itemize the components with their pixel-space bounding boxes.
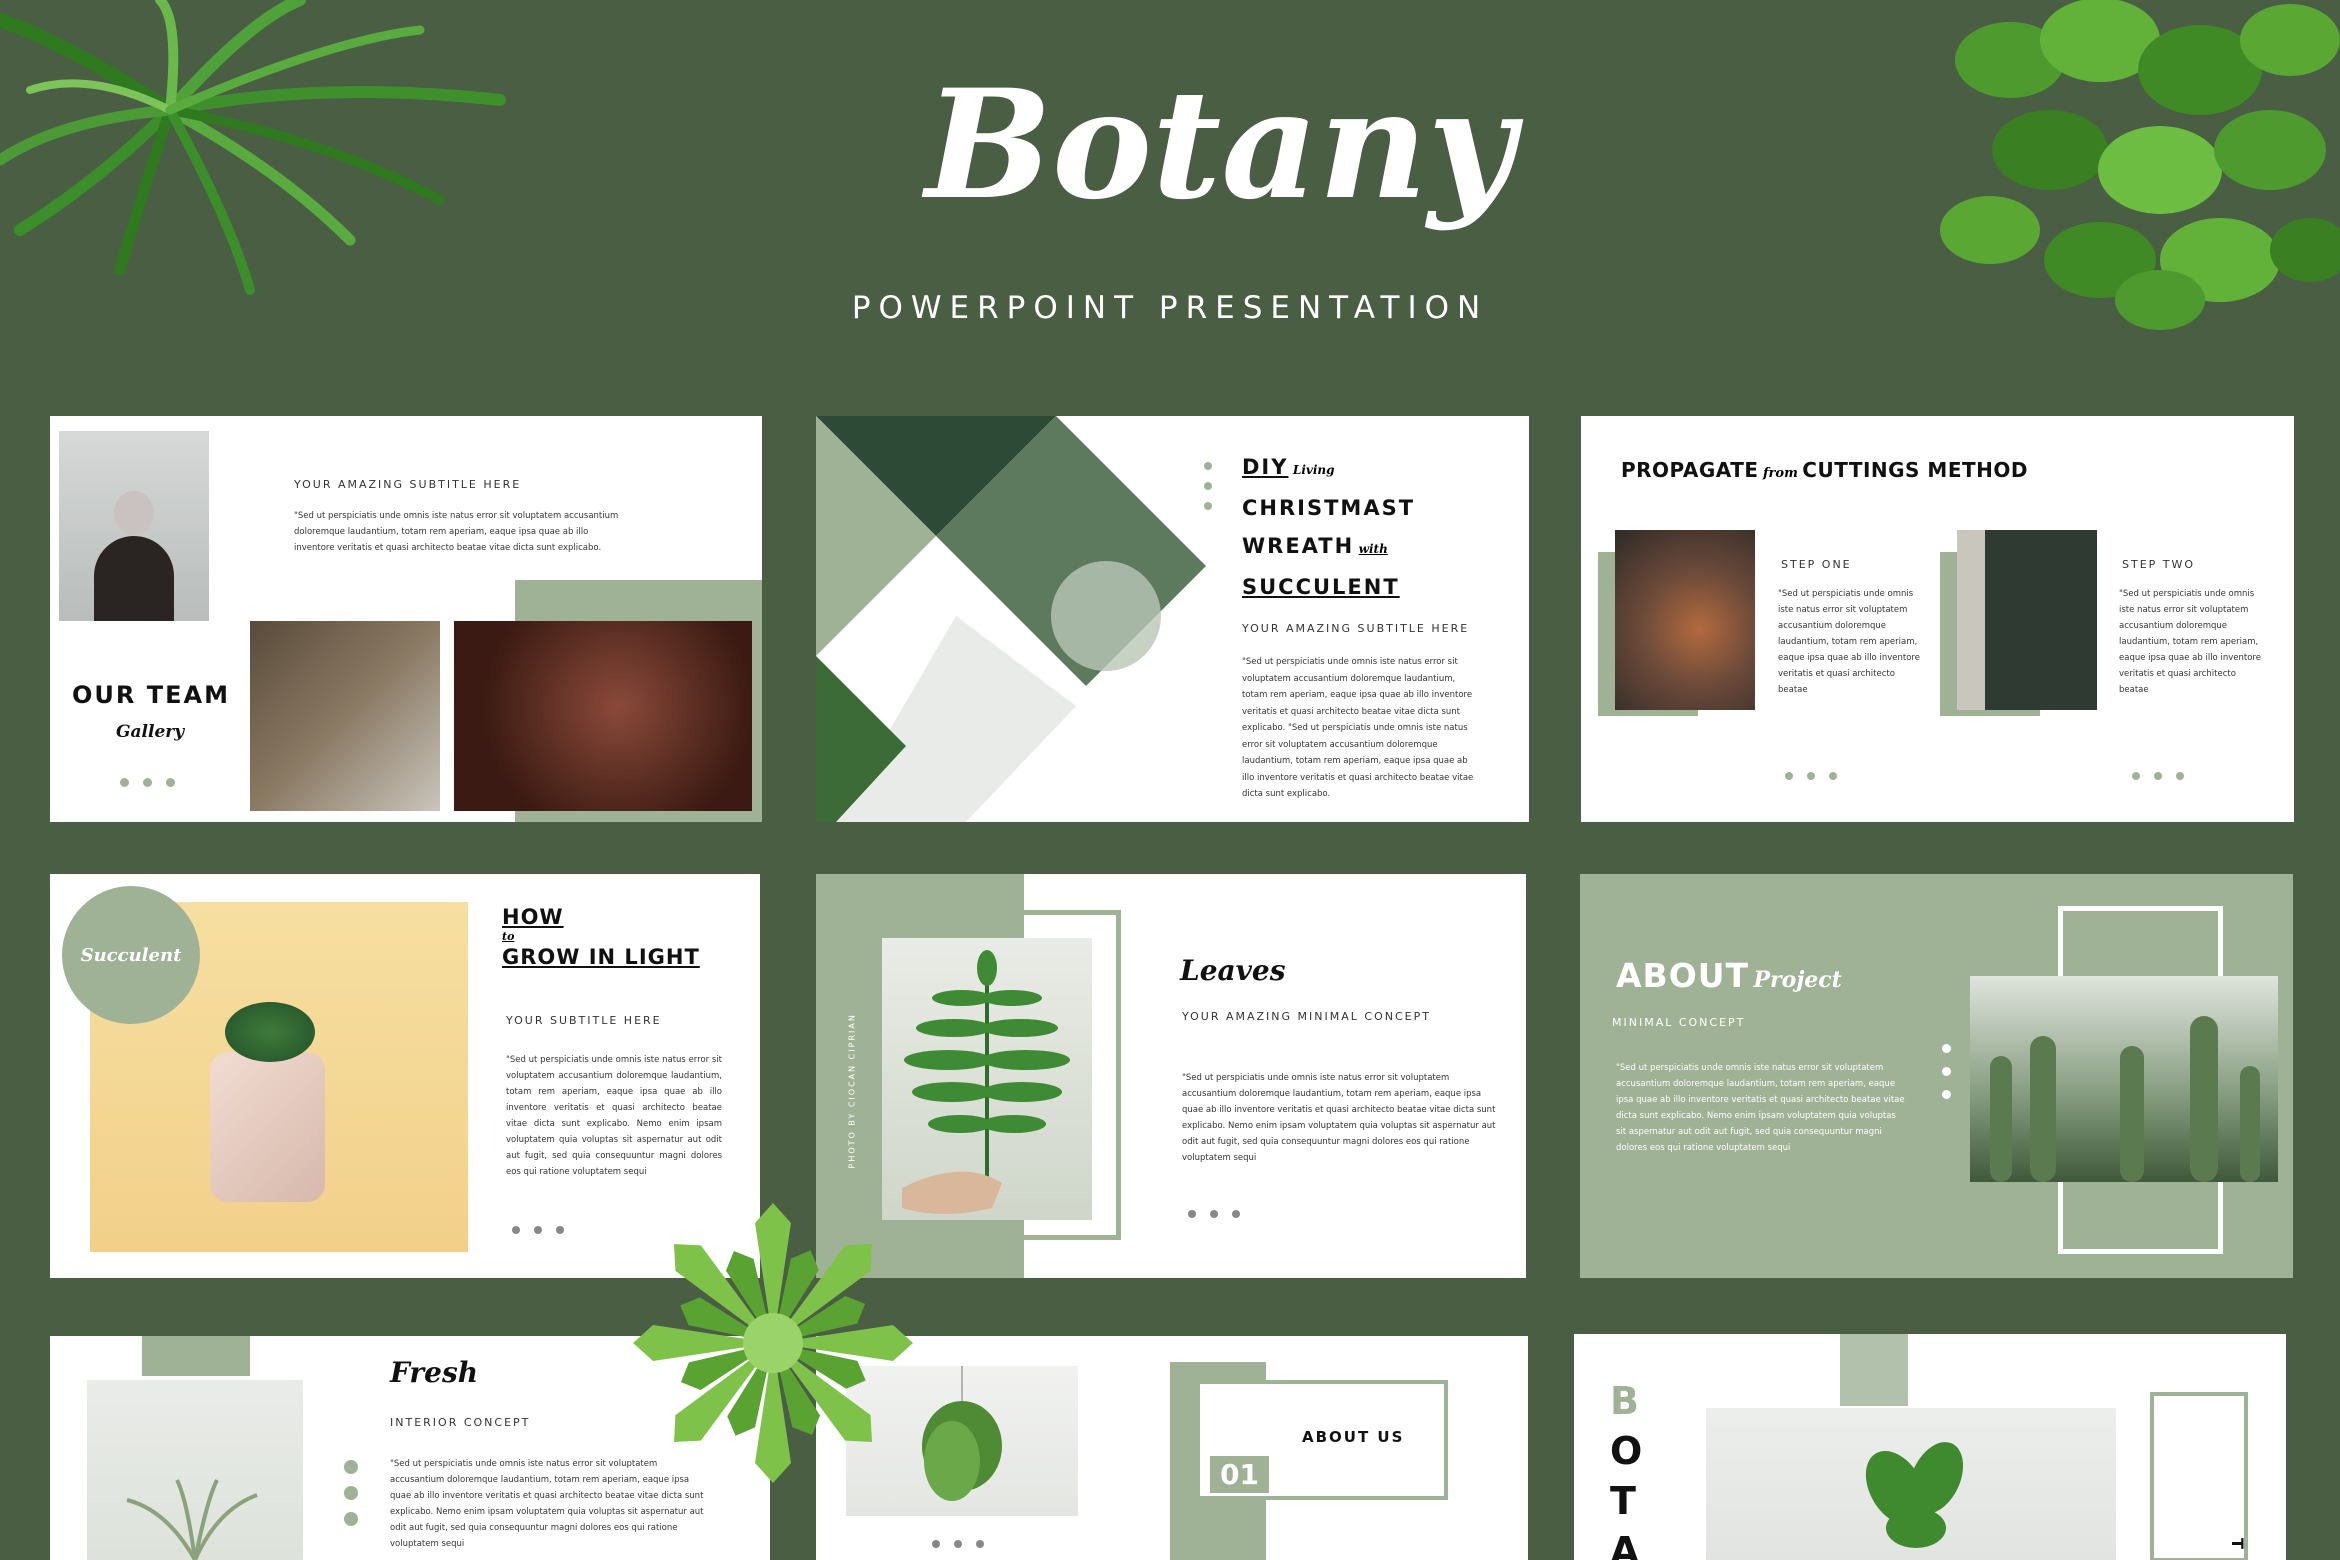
slide-leaves[interactable]: PHOTO BY CIOCAN CIPRIAN Leaves YOUR AMAZ… [816,874,1526,1278]
slide-botany[interactable]: B O T A T [1574,1334,2286,1560]
succulent-badge: Succulent [62,886,200,1024]
diy-photo-diamond [816,416,1206,822]
photo-credit: PHOTO BY CIOCAN CIPRIAN [847,1013,857,1169]
fresh-accent-block [142,1336,250,1376]
diy-line3-script: with [1358,542,1388,556]
leaves-subtitle: YOUR AMAZING MINIMAL CONCEPT [1182,1010,1431,1023]
botany-letter-a: A [1610,1529,1640,1560]
light-line1: HOW [502,905,564,929]
botany-accent-block [1840,1334,1908,1406]
succulent-badge-text: Succulent [80,944,182,966]
slide-about-project[interactable]: ABOUT Project MINIMAL CONCEPT "Sed ut pe… [1580,874,2293,1278]
slide-propagate[interactable]: PROPAGATE from CUTTINGS METHOD STEP ONE … [1581,416,2294,822]
diy-line2: CHRISTMAST [1242,496,1416,520]
fern-photo [882,938,1092,1220]
step1-photo [1615,530,1755,710]
about-project-subtitle: MINIMAL CONCEPT [1612,1016,1746,1029]
diy-line3: WREATH [1242,534,1355,558]
about-us-number: 01 [1210,1456,1269,1493]
portrait-photo [59,431,209,621]
botany-letter-t: T [1610,1479,1636,1523]
light-line3: GROW IN LIGHT [502,945,700,969]
brand-title: Botany [925,57,1515,233]
team-script: Gallery [116,722,185,742]
team-photo-2 [250,621,440,811]
propagate-title-right: CUTTINGS METHOD [1802,458,2028,482]
leaves-body: "Sed ut perspiciatis unde omnis iste nat… [1182,1073,1496,1163]
botany-letters: B O T A [1610,1376,1642,1560]
echeveria-decoration [633,1203,913,1483]
fresh-subtitle: INTERIOR CONCEPT [390,1416,531,1429]
about-us-title: ABOUT US [1302,1428,1405,1446]
diy-line1: DIY [1242,455,1289,479]
slide-about-us[interactable]: 01 ABOUT US [816,1336,1528,1560]
propagate-title: PROPAGATE from CUTTINGS METHOD [1621,458,2028,482]
brand-subtitle: POWERPOINT PRESENTATION [851,290,1489,326]
diy-dots [1204,462,1212,510]
botany-letter-o: O [1610,1429,1643,1473]
light-body: "Sed ut perspiciatis unde omnis iste nat… [506,1055,722,1177]
fresh-dots [344,1460,358,1526]
step1-label: STEP ONE [1781,558,1852,571]
step1-dots [1785,772,1837,780]
about-project-dots [1942,1044,1951,1099]
propagate-title-left: PROPAGATE [1621,458,1759,482]
about-project-title: ABOUT [1616,956,1750,995]
potted-plant-photo [1706,1408,2116,1560]
light-dots [512,1226,564,1234]
air-plant-photo [87,1380,303,1560]
team-subtitle: YOUR AMAZING SUBTITLE HERE [294,478,522,491]
diy-line4: SUCCULENT [1242,575,1400,599]
light-heading: HOW to GROW IN LIGHT [502,904,700,970]
team-dots [120,778,175,787]
about-project-heading: ABOUT Project [1616,956,1842,995]
step2-body: "Sed ut perspiciatis unde omnis iste nat… [2119,589,2261,695]
step2-photo [1957,530,2097,710]
step1-body: "Sed ut perspiciatis unde omnis iste nat… [1778,589,1920,695]
fresh-title: Fresh [390,1356,479,1389]
diy-body: "Sed ut perspiciatis unde omnis iste nat… [1242,657,1474,799]
team-photo-3 [454,621,752,811]
propagate-title-script: from [1762,466,1798,481]
leaves-dots [1188,1210,1240,1218]
cactus-photo [1970,976,2278,1182]
team-heading: OUR TEAM [72,681,230,709]
step2-dots [2132,772,2184,780]
jade-plant-decoration [1940,0,2340,330]
about-us-dots [932,1540,984,1548]
botany-frame [2150,1392,2248,1560]
diy-line1-script: Living [1292,463,1335,477]
slide-diy-wreath[interactable]: DIY Living CHRISTMAST WREATH with SUCCUL… [816,416,1529,822]
about-project-body: "Sed ut perspiciatis unde omnis iste nat… [1616,1063,1905,1153]
about-project-script: Project [1753,967,1842,993]
botany-letter-b: B [1610,1379,1639,1423]
diy-heading: DIY Living CHRISTMAST WREATH with SUCCUL… [1242,448,1415,606]
slide-our-team[interactable]: YOUR AMAZING SUBTITLE HERE "Sed ut persp… [50,416,762,822]
step2-label: STEP TWO [2122,558,2196,571]
light-subtitle: YOUR SUBTITLE HERE [506,1014,662,1027]
team-body: "Sed ut perspiciatis unde omnis iste nat… [294,511,619,553]
spider-plant-decoration [0,0,506,295]
diy-subtitle: YOUR AMAZING SUBTITLE HERE [1242,622,1470,635]
light-line2: to [502,930,515,943]
botany-side-letter: T [2227,1538,2247,1549]
leaves-title: Leaves [1180,954,1286,987]
